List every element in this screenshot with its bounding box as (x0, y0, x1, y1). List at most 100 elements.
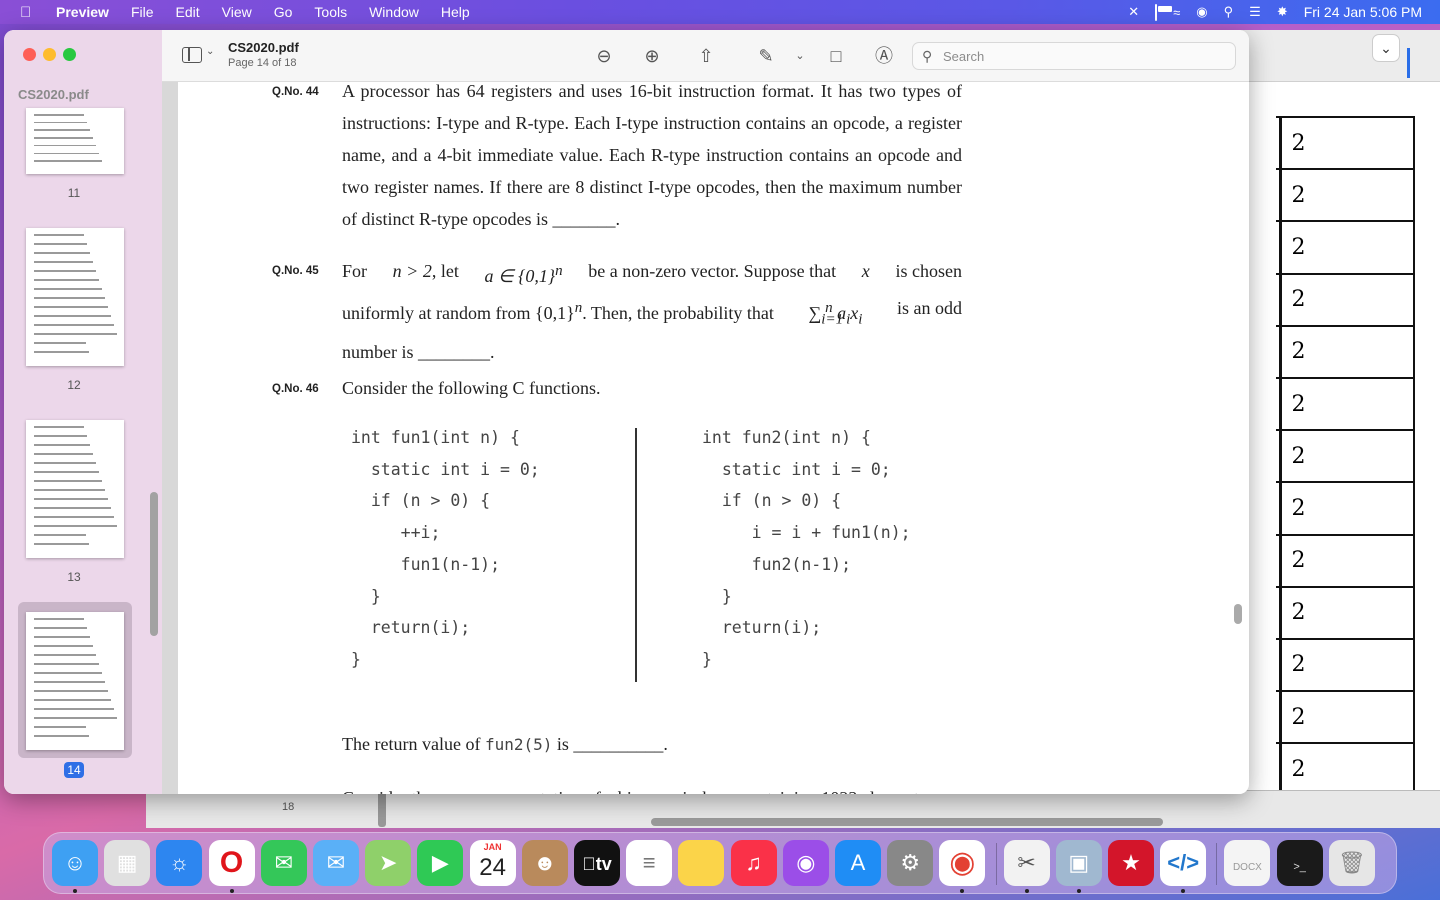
annotate-icon[interactable]: Ⓐ (872, 44, 896, 68)
launchpad-icon[interactable]: ▦ (104, 840, 151, 886)
running-indicator (1181, 889, 1186, 893)
page-thumbnail-11[interactable] (26, 108, 124, 174)
q45-var-x: x (861, 261, 870, 281)
markup-pen-icon[interactable]: ✎ (754, 44, 778, 68)
menu-view[interactable]: View (222, 4, 252, 20)
q46-return-pre: The return value of (342, 734, 481, 754)
share-icon[interactable]: ⇧ (694, 44, 718, 68)
document-viewport[interactable]: Q.No. 44 A processor has 64 registers an… (162, 82, 1249, 794)
table-row: 2 (1276, 481, 1415, 536)
opera-icon[interactable]: O (208, 840, 255, 886)
table-row: 2 (1276, 742, 1415, 797)
control-center-icon[interactable]: ☰ (1249, 4, 1261, 20)
preview-window: CS2020.pdf 11 12 13 14 ⌄ CS2020.pdf Page… (4, 30, 1249, 794)
menu-go[interactable]: Go (274, 4, 293, 20)
sidebar-toggle-icon[interactable] (182, 47, 202, 63)
thumbnail-text-line (34, 342, 86, 344)
facetime-icon[interactable]: ▶ (417, 840, 464, 886)
zoom-in-icon[interactable]: ⊕ (640, 44, 664, 68)
thumbnail-text-line (34, 516, 114, 518)
reminders-icon[interactable]: ≡ (626, 840, 673, 886)
search-input[interactable] (943, 47, 1223, 65)
background-vertical-scrollbar[interactable] (378, 791, 386, 827)
contacts-icon[interactable]: ☻ (521, 840, 568, 886)
chrome-icon[interactable]: ◉ (939, 840, 986, 886)
wifi-icon[interactable]: ≈ (1173, 5, 1180, 20)
thumbnail-text-line (34, 726, 86, 728)
menubar-clock[interactable]: Fri 24 Jan 5:06 PM (1304, 4, 1422, 20)
image-capture-icon[interactable]: ▣ (1055, 840, 1102, 886)
code-line: int fun1(int n) { (351, 428, 520, 447)
thumbnail-text-line (34, 654, 96, 656)
code-line: if (n > 0) { (351, 491, 491, 511)
music-icon[interactable]: ♫ (730, 840, 777, 886)
siri-icon[interactable]: ✸ (1277, 4, 1288, 20)
user-icon[interactable]: ◉ (1196, 4, 1207, 20)
page-scrollbar[interactable] (1234, 604, 1242, 624)
terminal-icon[interactable]: >_ (1276, 840, 1323, 886)
system-settings-icon[interactable]: ⚙ (887, 840, 934, 886)
table-row: 2 (1276, 637, 1415, 693)
podcasts-icon[interactable]: ◉ (782, 840, 829, 886)
menu-file[interactable]: File (131, 4, 154, 20)
rotate-icon[interactable]: □ (824, 44, 848, 68)
calendar-icon[interactable]: JAN 24 (469, 840, 516, 886)
menu-edit[interactable]: Edit (176, 4, 200, 20)
app-store-icon[interactable]: A (835, 840, 881, 886)
sidebar-scrollbar[interactable] (150, 492, 158, 636)
zoom-out-icon[interactable]: ⊖ (592, 44, 616, 68)
vscode-icon[interactable]: </> (1160, 840, 1207, 886)
menu-window[interactable]: Window (369, 4, 419, 20)
background-horizontal-scrollbar[interactable] (651, 818, 1163, 826)
notes-icon[interactable] (678, 840, 725, 886)
running-indicator (960, 889, 965, 893)
safari-icon[interactable]: ☼ (156, 840, 203, 886)
table-cell-value: 2 (1279, 324, 1415, 379)
page-thumbnail-12[interactable] (26, 228, 124, 366)
thumbnail-text-line (34, 160, 102, 162)
page-thumbnail-13[interactable] (26, 420, 124, 558)
thumbnail-text-line (34, 453, 93, 455)
table-cell-value: 2 (1279, 272, 1415, 327)
code-divider (635, 428, 637, 682)
thumbnail-text-line (34, 261, 93, 263)
spotlight-icon[interactable]: ⚲ (1224, 4, 1234, 20)
q45-line1-body: be a non-zero vector. Suppose that (588, 261, 837, 281)
calendar-month: JAN (483, 842, 502, 852)
background-window-footer: 18 (146, 790, 1440, 828)
q46-return-post: is __________. (556, 734, 668, 754)
apple-menu-icon[interactable]:  (20, 4, 38, 21)
menu-tools[interactable]: Tools (314, 4, 347, 20)
question-number-46: Q.No. 46 (272, 383, 319, 395)
thumbnail-text-line (34, 645, 93, 647)
thumbnail-text-line (34, 498, 108, 500)
question-number-45: Q.No. 45 (272, 265, 319, 277)
chevron-down-icon[interactable]: ⌄ (1372, 34, 1400, 62)
markup-options-chevron-icon[interactable]: ⌄ (788, 44, 812, 68)
messages-icon[interactable]: ✉ (260, 840, 307, 886)
battery-icon[interactable] (1155, 3, 1158, 21)
question-45-text: For n > 2, let a ∈ {0,1}n be a non-zero … (342, 255, 962, 368)
thumbnail-text-line (34, 270, 96, 272)
sidebar-options-chevron-icon[interactable]: ⌄ (206, 46, 214, 57)
close-window-button[interactable] (23, 48, 36, 61)
photo-booth-icon[interactable]: ★ (1108, 840, 1154, 886)
preview-icon[interactable]: ✂ (1003, 840, 1050, 886)
code-block-fun1: int fun1(int n) { static int i = 0; if (… (351, 422, 540, 676)
table-row: 2 (1276, 324, 1415, 379)
mail-icon[interactable]: ✉ (313, 840, 359, 886)
thumbnail-text-line (34, 297, 105, 299)
table-row: 2 (1276, 272, 1415, 327)
zoom-window-button[interactable] (63, 48, 76, 61)
tv-icon[interactable]: tv (574, 840, 620, 886)
menu-app-name[interactable]: Preview (56, 4, 109, 20)
search-field[interactable]: ⚲ (912, 42, 1236, 70)
documents-icon[interactable]: DOCX (1224, 840, 1271, 886)
menu-help[interactable]: Help (441, 4, 470, 20)
finder-icon[interactable]: ☺ (52, 840, 98, 886)
minimize-window-button[interactable] (43, 48, 56, 61)
trash-icon[interactable]: 🗑 (1328, 840, 1375, 886)
maps-icon[interactable]: ➤ (365, 840, 412, 886)
mute-icon[interactable]: ✕ (1128, 4, 1139, 20)
page-thumbnail-14[interactable] (26, 612, 124, 750)
